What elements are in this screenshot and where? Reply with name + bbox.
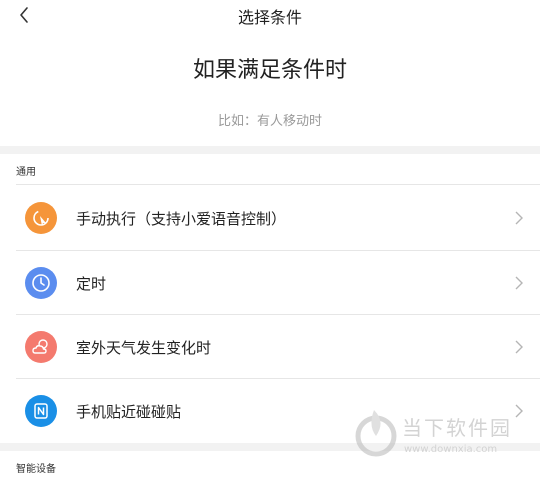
top-bar: 选择条件 [0, 0, 540, 32]
condition-heading: 如果满足条件时 [192, 58, 347, 83]
condition-timer[interactable]: 定时 [0, 251, 540, 315]
watermark-text: 当下软件园 [402, 416, 512, 440]
chevron-right-icon [515, 340, 523, 354]
watermark-url: www.downxia.com [404, 444, 498, 455]
nfc-icon [25, 395, 57, 427]
condition-manual-execute[interactable]: 手动执行（支持小爱语音控制） [0, 186, 540, 250]
row-label: 手机贴近碰碰贴 [76, 403, 182, 421]
watermark-logo [355, 410, 397, 457]
watermark: 当下软件园 www.downxia.com [352, 406, 528, 462]
row-label: 室外天气发生变化时 [76, 339, 212, 357]
row-label: 定时 [76, 275, 107, 293]
chevron-right-icon [515, 276, 523, 290]
divider [16, 184, 540, 185]
example-hint: 比如：有人移动时 [217, 114, 322, 129]
condition-weather-change[interactable]: 室外天气发生变化时 [0, 315, 540, 379]
manual-tap-icon [25, 202, 57, 234]
section-label-smart-devices: 智能设备 [16, 464, 56, 475]
clock-icon [25, 267, 57, 299]
section-divider [0, 146, 540, 154]
weather-icon [25, 331, 57, 363]
page-title: 选择条件 [237, 8, 302, 27]
section-label-general: 通用 [16, 167, 36, 178]
row-label: 手动执行（支持小爱语音控制） [76, 210, 287, 228]
chevron-right-icon [515, 211, 523, 225]
